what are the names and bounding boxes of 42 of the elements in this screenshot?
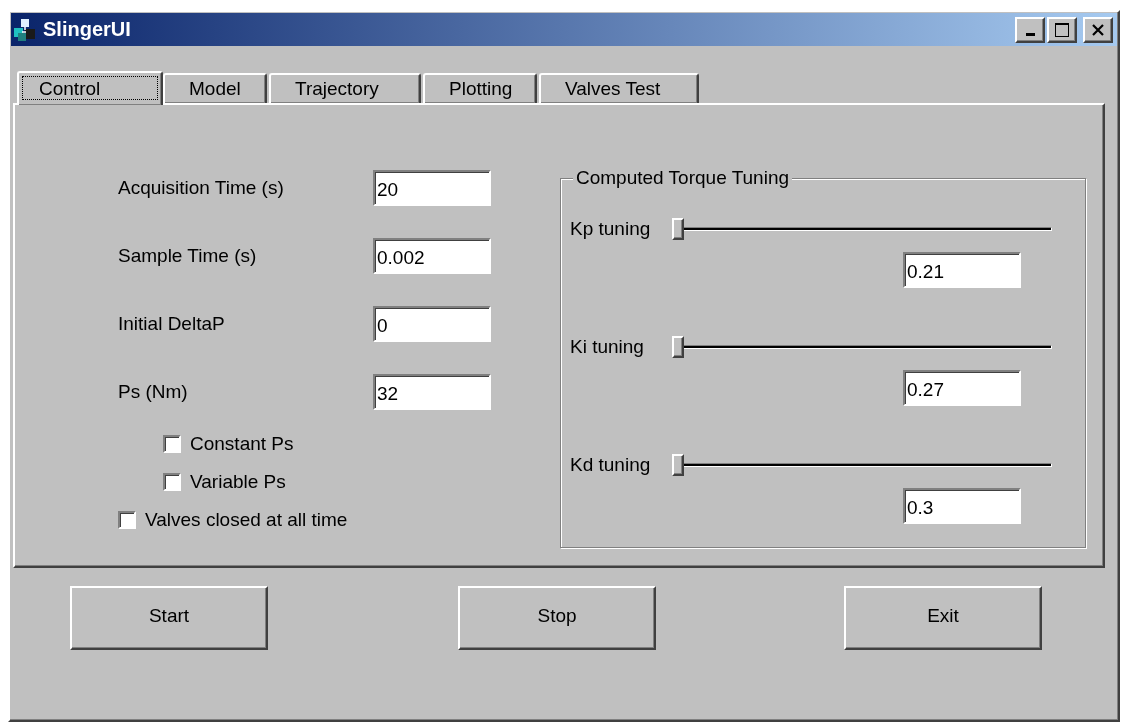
close-icon <box>1091 22 1105 37</box>
app-icon <box>13 17 37 42</box>
text-field[interactable]: 32 <box>373 374 491 410</box>
text-field[interactable]: 0.002 <box>373 238 491 274</box>
field-label: Initial DeltaP <box>118 313 226 335</box>
checkbox-label: Valves closed at all time <box>145 509 348 531</box>
text-field[interactable]: 0.3 <box>903 488 1021 524</box>
slider-thumb[interactable] <box>672 454 684 476</box>
slider-label: Kp tuning <box>570 218 652 240</box>
slider[interactable] <box>672 336 1052 358</box>
tab[interactable]: Control <box>17 71 163 105</box>
text-field[interactable]: 0.21 <box>903 252 1021 288</box>
field-label: Acquisition Time (s) <box>118 177 285 199</box>
maximize-button[interactable] <box>1047 16 1077 43</box>
field-label: Ps (Nm) <box>118 381 189 403</box>
text-field[interactable]: 0.27 <box>903 370 1021 406</box>
push-button[interactable]: Exit <box>844 586 1042 650</box>
slider-thumb[interactable] <box>672 336 684 358</box>
close-button[interactable] <box>1083 16 1113 43</box>
slider[interactable] <box>672 454 1052 476</box>
minimize-button[interactable] <box>1015 16 1045 43</box>
slider-label: Ki tuning <box>570 336 645 358</box>
tab[interactable]: Model <box>163 73 267 103</box>
checkbox-label: Constant Ps <box>190 433 294 455</box>
tab[interactable]: Plotting <box>423 73 537 103</box>
slider[interactable] <box>672 218 1052 240</box>
slider-label: Kd tuning <box>570 454 652 476</box>
tab[interactable]: Valves Test <box>539 73 699 103</box>
checkbox-label: Variable Ps <box>190 471 286 493</box>
checkbox[interactable] <box>163 473 181 491</box>
minimize-icon <box>1025 32 1035 36</box>
push-button[interactable]: Start <box>70 586 268 650</box>
checkbox[interactable] <box>163 435 181 453</box>
maximize-icon <box>1054 21 1070 38</box>
slider-thumb[interactable] <box>672 218 684 240</box>
text-field[interactable]: 0 <box>373 306 491 342</box>
window-title: SlingerUI <box>43 18 132 41</box>
push-button[interactable]: Stop <box>458 586 656 650</box>
tab[interactable]: Trajectory <box>269 73 421 103</box>
checkbox[interactable] <box>118 511 136 529</box>
text-field[interactable]: 20 <box>373 170 491 206</box>
field-label: Sample Time (s) <box>118 245 258 267</box>
